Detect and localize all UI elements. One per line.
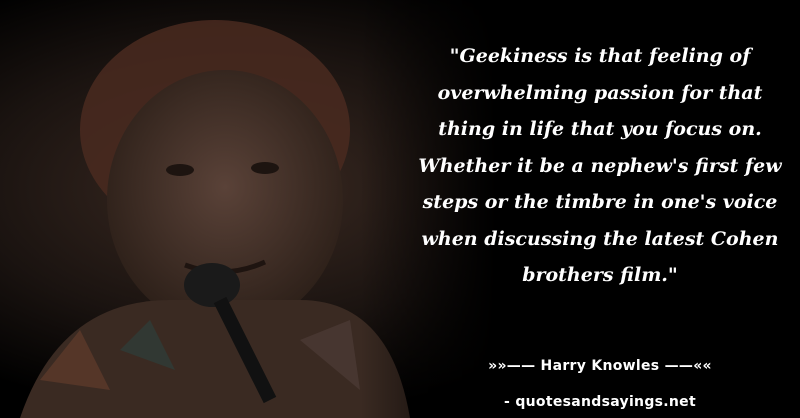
- quote-line: "Geekiness is that feeling of: [449, 45, 751, 67]
- quote-attribution: »»—— Harry Knowles ——««: [488, 358, 712, 374]
- quote-line: Whether it be a nephew's first few: [418, 154, 782, 177]
- quote-line: steps or the timbre in one's voice: [422, 191, 778, 213]
- quote-text: "Geekiness is that feeling of overwhelmi…: [400, 38, 800, 294]
- quote-line: when discussing the latest Cohen: [421, 227, 779, 250]
- quote-line: brothers film.": [522, 264, 678, 286]
- quote-line: overwhelming passion for that: [437, 81, 763, 104]
- quote-line: thing in life that you focus on.: [438, 118, 762, 140]
- source-credit: - quotesandsayings.net: [504, 394, 696, 410]
